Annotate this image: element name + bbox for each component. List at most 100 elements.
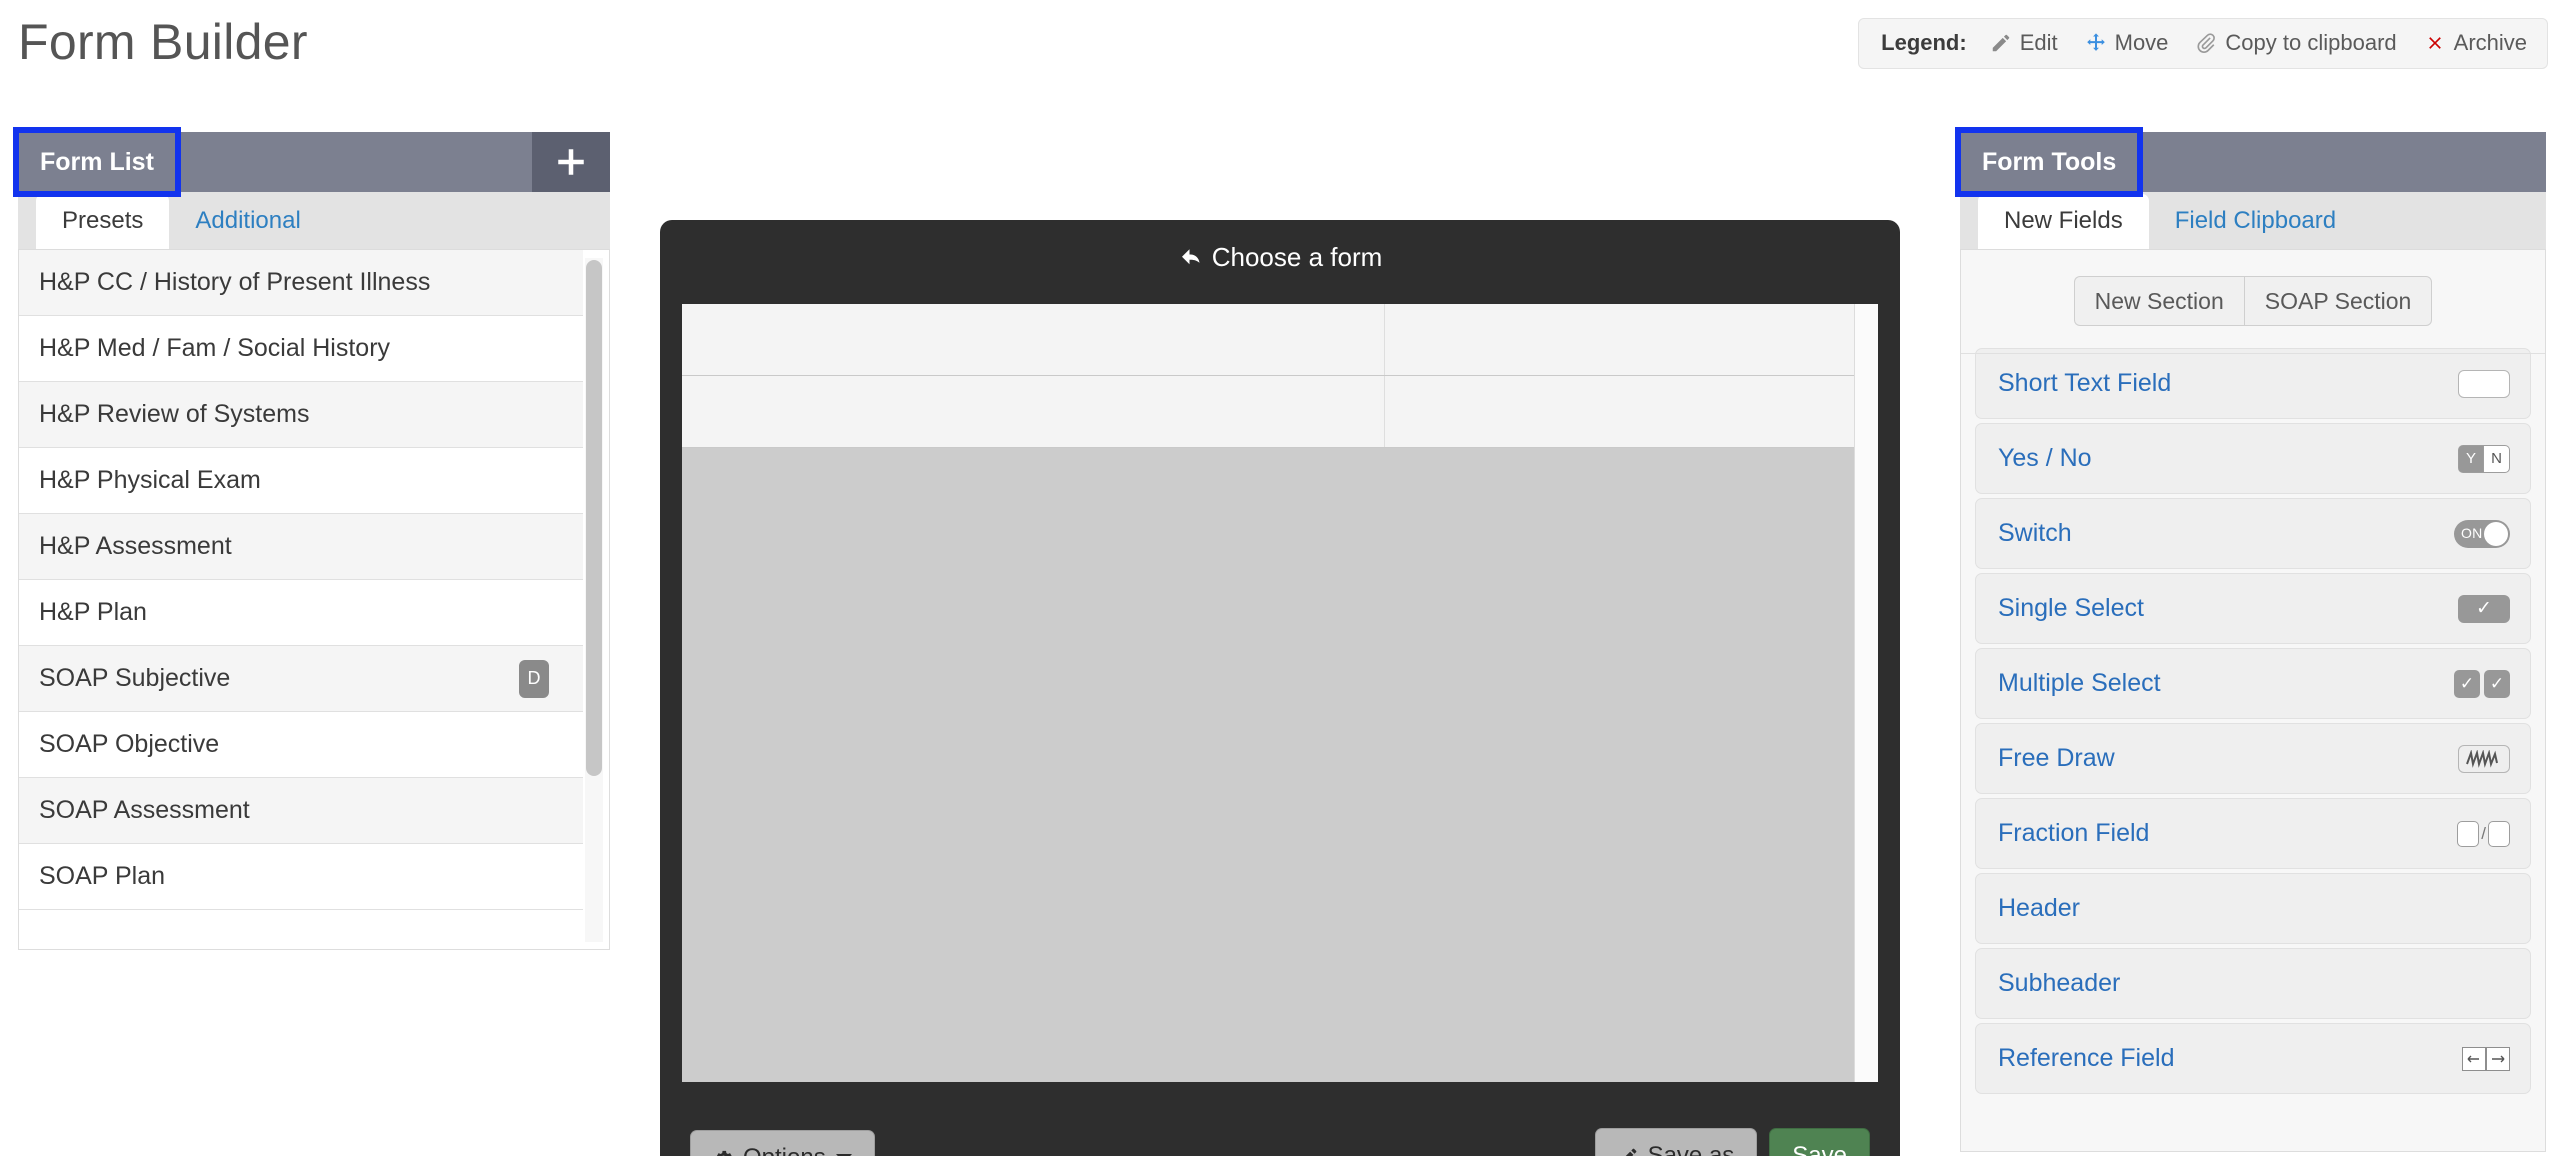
legend-item-edit: Edit bbox=[1989, 30, 2058, 56]
field-item-label: Free Draw bbox=[1998, 744, 2115, 772]
save-as-button-label: Save as bbox=[1647, 1142, 1735, 1156]
paperclip-icon bbox=[2194, 32, 2218, 54]
x-mark-icon bbox=[2423, 32, 2447, 54]
legend-item-move-label: Move bbox=[2114, 30, 2169, 55]
move-arrows-icon bbox=[2084, 32, 2108, 54]
canvas-cell[interactable] bbox=[1385, 304, 1854, 375]
list-item-label: H&P Plan bbox=[39, 598, 147, 626]
form-canvas-panel: Choose a form Options bbox=[660, 220, 1900, 1156]
legend-item-move: Move bbox=[2084, 30, 2169, 56]
form-canvas-sheet bbox=[682, 304, 1854, 1082]
legend-label: Legend: bbox=[1881, 30, 1967, 55]
free-draw-preview-icon bbox=[2458, 744, 2510, 773]
list-item-label: H&P CC / History of Present Illness bbox=[39, 268, 431, 296]
list-item[interactable]: H&P Plan bbox=[19, 580, 583, 646]
pencil-icon bbox=[1618, 1146, 1639, 1156]
new-fields-list: Short Text Field Yes / No Y N Switch ON … bbox=[1961, 348, 2545, 1094]
list-item[interactable]: H&P Physical Exam bbox=[19, 448, 583, 514]
soap-section-button[interactable]: SOAP Section bbox=[2243, 276, 2433, 326]
list-item-label: SOAP Plan bbox=[39, 862, 166, 890]
canvas-table-row[interactable] bbox=[682, 304, 1854, 376]
scribble-icon bbox=[2458, 744, 2510, 773]
section-buttons: New Section SOAP Section bbox=[1961, 250, 2545, 348]
fraction-separator: / bbox=[2481, 823, 2486, 843]
single-select-preview-icon: ✓ bbox=[2458, 594, 2510, 623]
list-item[interactable]: H&P Review of Systems bbox=[19, 382, 583, 448]
list-item[interactable]: H&P Assessment bbox=[19, 514, 583, 580]
field-item-switch[interactable]: Switch ON bbox=[1975, 498, 2531, 569]
tab-new-fields[interactable]: New Fields bbox=[1978, 194, 2149, 249]
field-item-label: Yes / No bbox=[1998, 444, 2092, 472]
fraction-preview-icon: / bbox=[2457, 820, 2510, 847]
field-item-subheader[interactable]: Subheader bbox=[1975, 948, 2531, 1019]
save-as-button[interactable]: Save as bbox=[1594, 1128, 1758, 1156]
canvas-cell[interactable] bbox=[682, 376, 1385, 447]
choose-a-form-label: Choose a form bbox=[1211, 241, 1383, 272]
list-item[interactable]: SOAP Subjective D bbox=[19, 646, 583, 712]
text-input-preview-icon bbox=[2458, 369, 2510, 398]
no-toggle-label: N bbox=[2484, 444, 2510, 473]
list-item[interactable]: H&P CC / History of Present Illness bbox=[19, 250, 583, 316]
field-item-header[interactable]: Header bbox=[1975, 873, 2531, 944]
form-tools-title: Form Tools bbox=[1954, 127, 2144, 197]
form-list-header: Form List bbox=[13, 127, 610, 197]
form-tools-divider bbox=[1961, 353, 2545, 354]
list-item[interactable]: SOAP Assessment bbox=[19, 778, 583, 844]
field-item-label: Subheader bbox=[1998, 969, 2121, 997]
list-item[interactable]: SOAP Objective bbox=[19, 712, 583, 778]
form-list-scrollbar[interactable] bbox=[585, 258, 603, 942]
plus-icon bbox=[554, 145, 588, 179]
canvas-cell[interactable] bbox=[1385, 376, 1854, 447]
form-list-scrollbar-thumb[interactable] bbox=[586, 260, 602, 776]
list-item-label: SOAP Objective bbox=[39, 730, 220, 758]
choose-a-form-header[interactable]: Choose a form bbox=[660, 220, 1900, 294]
pencil-icon bbox=[1989, 32, 2013, 54]
fraction-numerator-box bbox=[2457, 820, 2480, 847]
arrow-left-icon bbox=[1178, 245, 1202, 269]
form-tools-tabs: New Fields Field Clipboard bbox=[1960, 192, 2546, 250]
new-section-button[interactable]: New Section bbox=[2073, 276, 2244, 326]
tab-additional[interactable]: Additional bbox=[169, 194, 326, 249]
switch-preview-icon: ON bbox=[2454, 519, 2510, 548]
checkmark-icon: ✓ bbox=[2458, 594, 2510, 623]
tab-field-clipboard[interactable]: Field Clipboard bbox=[2149, 194, 2362, 249]
page-header: Form Builder Legend: Edit Move Copy to c… bbox=[0, 0, 2564, 108]
form-tools-header: Form Tools bbox=[1954, 127, 2546, 197]
field-item-fraction[interactable]: Fraction Field / bbox=[1975, 798, 2531, 869]
list-item[interactable]: SOAP Plan bbox=[19, 844, 583, 910]
page-title: Form Builder bbox=[18, 14, 308, 70]
options-button[interactable]: Options bbox=[690, 1130, 875, 1156]
multiple-select-preview-icon: ✓ ✓ bbox=[2454, 669, 2510, 698]
save-buttons-group: Save as Save bbox=[1594, 1128, 1870, 1156]
add-form-button[interactable] bbox=[532, 132, 610, 192]
form-tools-header-spacer bbox=[2138, 132, 2546, 192]
field-item-label: Fraction Field bbox=[1998, 819, 2150, 847]
yes-no-preview-icon: Y N bbox=[2458, 444, 2510, 473]
field-item-label: Header bbox=[1998, 894, 2080, 922]
switch-state-label: ON bbox=[2461, 524, 2483, 541]
field-item-yes-no[interactable]: Yes / No Y N bbox=[1975, 423, 2531, 494]
field-item-label: Switch bbox=[1998, 519, 2072, 547]
canvas-cell[interactable] bbox=[682, 304, 1385, 375]
field-item-multiple-select[interactable]: Multiple Select ✓ ✓ bbox=[1975, 648, 2531, 719]
legend-item-edit-label: Edit bbox=[2019, 30, 2058, 55]
field-item-short-text[interactable]: Short Text Field bbox=[1975, 348, 2531, 419]
form-list-panel: Form List Presets Additional H&P CC / Hi… bbox=[13, 127, 610, 950]
list-item[interactable]: H&P Med / Fam / Social History bbox=[19, 316, 583, 382]
list-item-label: SOAP Assessment bbox=[39, 796, 250, 824]
switch-knob bbox=[2484, 521, 2508, 546]
field-item-single-select[interactable]: Single Select ✓ bbox=[1975, 573, 2531, 644]
tab-presets[interactable]: Presets bbox=[36, 194, 170, 249]
form-tools-body: New Section SOAP Section Short Text Fiel… bbox=[1960, 250, 2546, 1152]
field-item-free-draw[interactable]: Free Draw bbox=[1975, 723, 2531, 794]
form-tools-scrollbar[interactable] bbox=[2531, 354, 2541, 1134]
yes-toggle-label: Y bbox=[2458, 444, 2484, 473]
form-tools-panel: Form Tools New Fields Field Clipboard Ne… bbox=[1954, 127, 2546, 1152]
list-item-label: SOAP Subjective bbox=[39, 664, 231, 692]
save-button[interactable]: Save bbox=[1769, 1128, 1870, 1156]
arrow-left-small-icon bbox=[2462, 1046, 2486, 1071]
field-item-reference[interactable]: Reference Field bbox=[1975, 1023, 2531, 1094]
canvas-table-row[interactable] bbox=[682, 376, 1854, 448]
form-canvas[interactable] bbox=[682, 304, 1878, 1082]
list-item-label: H&P Physical Exam bbox=[39, 466, 261, 494]
